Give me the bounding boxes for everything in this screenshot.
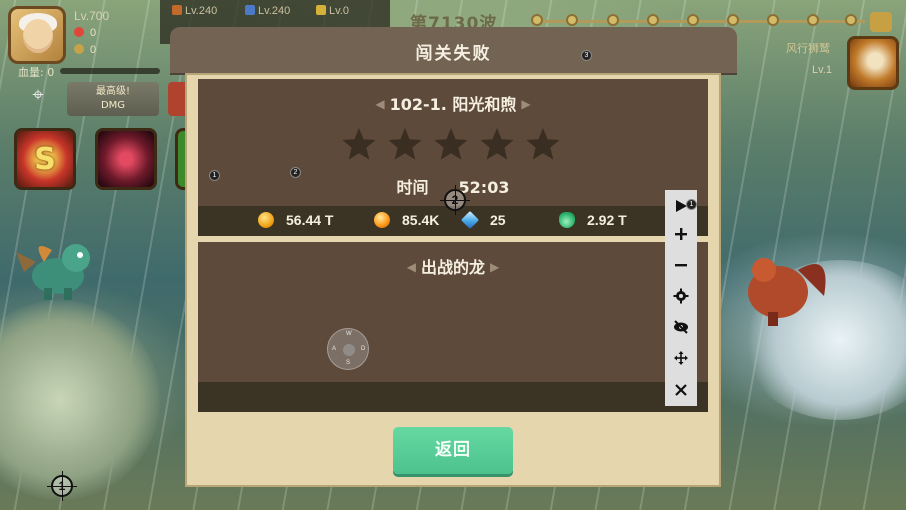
wave-node [727, 14, 739, 26]
minus-icon [675, 263, 687, 266]
top-level-3: Lv.0 [316, 5, 349, 17]
boss-griffin-portrait[interactable] [847, 36, 899, 90]
orb-icon [374, 212, 390, 228]
dragons-footer [198, 382, 708, 412]
potion-icon [559, 212, 575, 228]
wave-node [566, 14, 578, 26]
wave-node [807, 14, 819, 26]
close-icon [675, 383, 687, 396]
reward-potions: 2.92 T [559, 212, 627, 228]
enemy-dragon-sprite [748, 258, 826, 326]
wave-node [687, 14, 699, 26]
boss-indicator-icon [870, 12, 892, 32]
player-level: Lv.700 [74, 9, 110, 23]
wave-node [607, 14, 619, 26]
wave-node [767, 14, 779, 26]
skill-vortex-button[interactable] [95, 128, 157, 190]
red-tab-button[interactable] [168, 82, 186, 116]
coin-icon [258, 212, 274, 228]
time-label: 时间 [396, 178, 429, 197]
dialog-header: 闯关失败 [170, 27, 737, 73]
star-icon [388, 128, 422, 160]
plus-icon [675, 227, 687, 240]
dmg-max-label: 最高级! [95, 86, 130, 97]
move-button[interactable] [665, 342, 697, 373]
next-arrow-icon[interactable]: ▶ [521, 97, 530, 111]
prev-arrow-icon[interactable]: ◀ [407, 260, 416, 274]
reward-coins: 56.44 T [258, 212, 333, 228]
virtual-joystick[interactable]: W A D S [327, 328, 369, 370]
crosshair-marker: 1 [47, 471, 77, 501]
zoom-in-button[interactable] [665, 218, 697, 249]
joystick-up-label: W [346, 331, 352, 337]
reward-gems: 25 [460, 210, 506, 230]
deployed-dragons-panel: ◀ 出战的龙 ▶ [198, 242, 708, 412]
no-move-icon: ⌖ [32, 82, 44, 106]
zoom-out-button[interactable] [665, 249, 697, 280]
wave-node [647, 14, 659, 26]
return-button[interactable]: 返回 [393, 427, 513, 474]
star-icon [434, 128, 468, 160]
hide-button[interactable] [665, 311, 697, 342]
player-avatar[interactable] [8, 6, 66, 64]
swords-stat: 0 [74, 44, 96, 56]
star-rating [341, 127, 561, 161]
star-icon [480, 128, 514, 160]
hearts-stat: 0 [74, 27, 96, 39]
wave-node [845, 14, 857, 26]
joystick-right-label: D [361, 346, 366, 352]
dmg-label: DMG [100, 100, 126, 111]
crosshair-marker: 2 [440, 185, 470, 215]
move-arrows-icon [674, 350, 688, 365]
touch-marker: 1 [686, 199, 697, 210]
stage-title: ◀ 102-1. 阳光和煦 ▶ [198, 91, 708, 115]
close-button[interactable] [665, 374, 697, 405]
reward-orbs: 85.4K [374, 212, 439, 228]
overlay-toolbar [665, 190, 697, 406]
hp-bar [60, 68, 160, 74]
avatar-face [23, 19, 53, 53]
sword-icon [74, 44, 84, 54]
skill-superman-button[interactable]: S [14, 128, 76, 190]
star-icon [526, 128, 560, 160]
eye-off-icon [674, 319, 688, 334]
gem-icon [460, 210, 480, 230]
touch-marker: 2 [290, 167, 301, 178]
boss-name: 风行狮鹫 [786, 42, 830, 55]
touch-marker: 3 [581, 50, 592, 61]
player-dragon-sprite [16, 244, 90, 300]
dmg-upgrade-button[interactable]: 最高级! DMG [67, 82, 159, 116]
shield-s-icon: S [34, 141, 56, 177]
top-level-1: Lv.240 [172, 5, 217, 17]
hp-label: 血量: 0 [18, 66, 55, 79]
wave-node [531, 14, 543, 26]
joystick-down-label: S [346, 360, 351, 366]
top-level-2: Lv.240 [245, 5, 290, 17]
time-value: 52:03 [458, 178, 510, 197]
gear-icon [673, 288, 689, 303]
boss-level: Lv.1 [812, 64, 832, 76]
result-panel: ◀ 102-1. 阳光和煦 ▶ 时间 52:03 56.44 T 85.4K 25 2… [198, 79, 708, 236]
stage-name: 102-1. 阳光和煦 [389, 95, 517, 114]
joystick-knob[interactable] [343, 344, 355, 356]
heart-icon [74, 27, 84, 37]
settings-button[interactable] [665, 280, 697, 311]
auto-toggle-button[interactable]: ⌖ [20, 82, 56, 114]
star-icon [342, 128, 376, 160]
prev-arrow-icon[interactable]: ◀ [375, 97, 384, 111]
dragons-title: ◀ 出战的龙 ▶ [406, 258, 500, 277]
next-arrow-icon[interactable]: ▶ [490, 260, 499, 274]
touch-marker: 1 [209, 170, 220, 181]
dialog-title: 闯关失败 [415, 44, 492, 64]
joystick-left-label: A [332, 346, 337, 352]
